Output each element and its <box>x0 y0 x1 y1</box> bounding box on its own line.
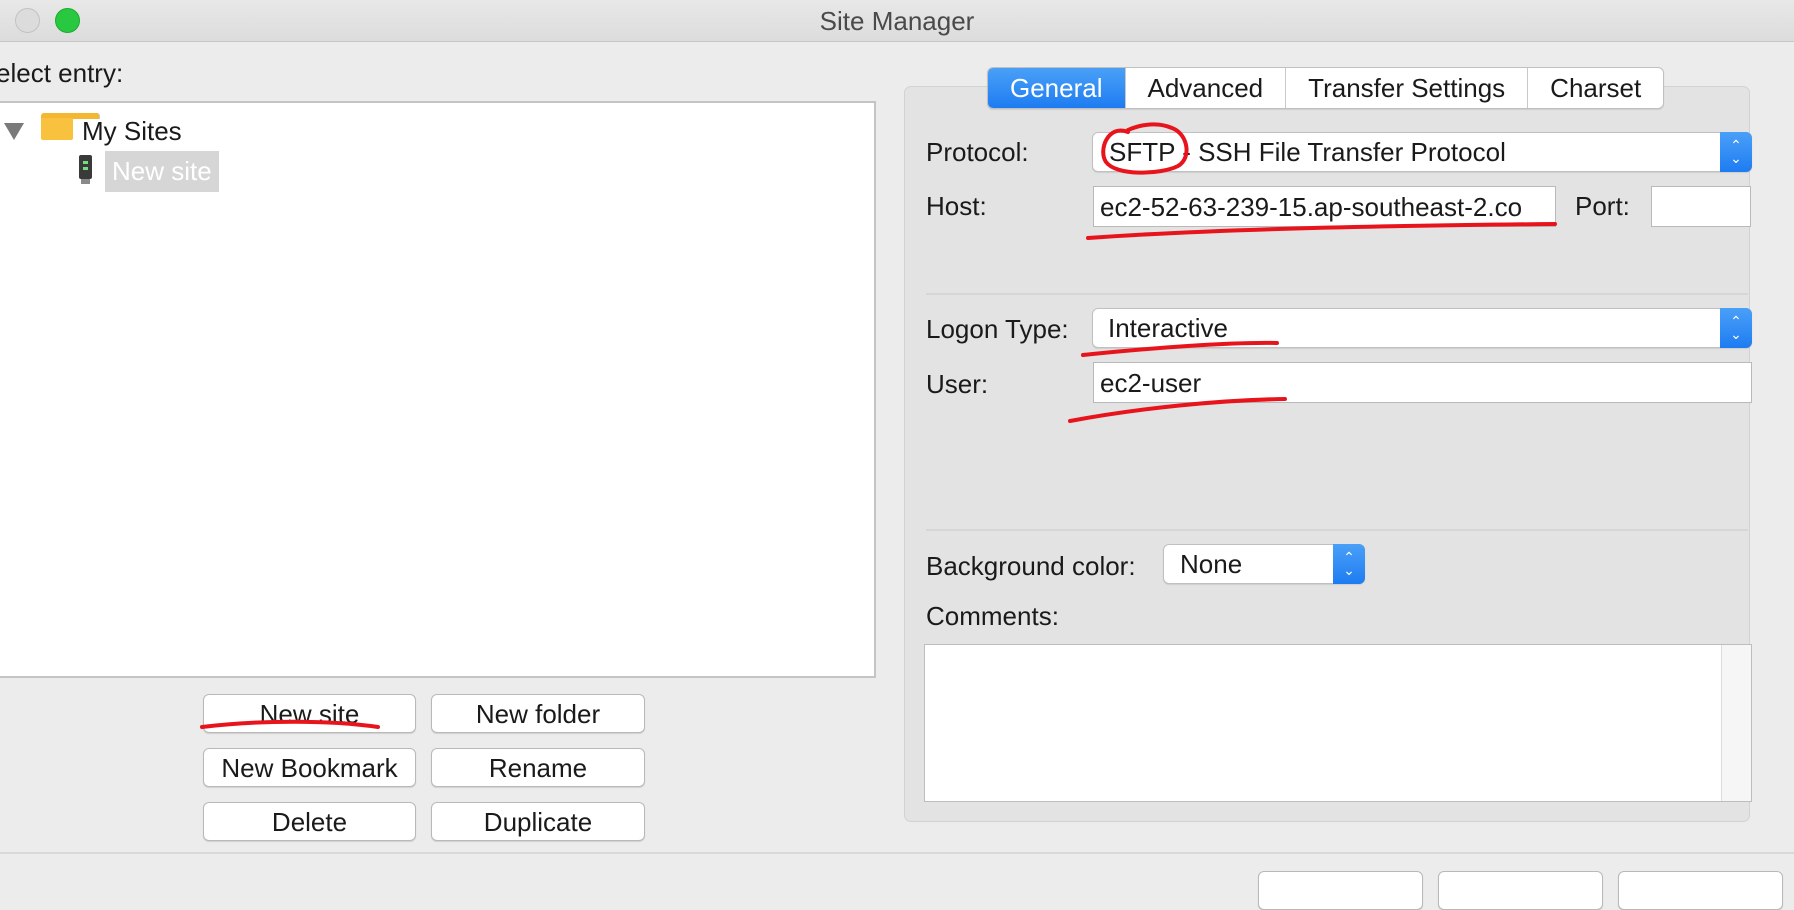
server-icon <box>79 155 93 185</box>
tab-transfer-settings[interactable]: Transfer Settings <box>1286 68 1529 108</box>
divider <box>926 529 1748 531</box>
settings-tabs: General Advanced Transfer Settings Chars… <box>987 67 1665 109</box>
window-title: Site Manager <box>819 6 975 36</box>
logon-type-value: Interactive <box>1108 313 1228 343</box>
tab-charset[interactable]: Charset <box>1528 68 1663 108</box>
chevron-up-down-icon: ⌃ ⌄ <box>1333 544 1365 584</box>
select-entry-label: elect entry: <box>0 58 124 88</box>
tree-item-new-site[interactable]: New site <box>105 151 219 192</box>
background-color-select[interactable]: None ⌃ ⌄ <box>1163 544 1365 584</box>
comments-textarea[interactable] <box>924 644 1752 802</box>
folder-icon <box>41 113 100 140</box>
comments-label: Comments: <box>926 601 1059 631</box>
port-input[interactable] <box>1651 186 1751 227</box>
chevron-up-down-icon: ⌃ ⌄ <box>1720 308 1752 348</box>
new-bookmark-button[interactable]: New Bookmark <box>203 748 416 787</box>
delete-button[interactable]: Delete <box>203 802 416 841</box>
protocol-value: SFTP - SSH File Transfer Protocol <box>1109 137 1506 167</box>
chevron-up-down-icon: ⌃ ⌄ <box>1720 132 1752 172</box>
logon-type-select[interactable]: Interactive ⌃ ⌄ <box>1092 308 1752 348</box>
host-value: ec2-52-63-239-15.ap-southeast-2.co <box>1100 192 1523 222</box>
logon-type-label: Logon Type: <box>926 314 1069 344</box>
user-label: User: <box>926 369 989 399</box>
background-color-value: None <box>1180 549 1243 579</box>
comments-scrollbar[interactable] <box>1721 645 1751 801</box>
connect-button[interactable] <box>1258 871 1423 910</box>
disclosure-triangle-icon[interactable] <box>4 123 24 140</box>
host-input[interactable]: ec2-52-63-239-15.ap-southeast-2.co <box>1093 186 1556 227</box>
site-tree[interactable]: My Sites New site <box>0 101 876 678</box>
user-value: ec2-user <box>1100 368 1202 398</box>
protocol-select[interactable]: SFTP - SSH File Transfer Protocol ⌃ ⌄ <box>1092 132 1752 172</box>
new-folder-button[interactable]: New folder <box>431 694 645 733</box>
divider <box>0 852 1794 854</box>
tree-root-my-sites[interactable]: My Sites <box>82 116 182 147</box>
rename-button[interactable]: Rename <box>431 748 645 787</box>
new-site-button[interactable]: New site <box>203 694 416 733</box>
cancel-button[interactable] <box>1618 871 1783 910</box>
protocol-label: Protocol: <box>926 137 1029 167</box>
title-bar: Site Manager <box>0 0 1794 42</box>
divider <box>926 293 1748 295</box>
tab-advanced[interactable]: Advanced <box>1126 68 1287 108</box>
port-label: Port: <box>1575 191 1630 221</box>
tab-general[interactable]: General <box>988 68 1126 108</box>
host-label: Host: <box>926 191 987 221</box>
ok-button[interactable] <box>1438 871 1603 910</box>
background-color-label: Background color: <box>926 551 1136 581</box>
user-input[interactable]: ec2-user <box>1093 362 1752 403</box>
duplicate-button[interactable]: Duplicate <box>431 802 645 841</box>
